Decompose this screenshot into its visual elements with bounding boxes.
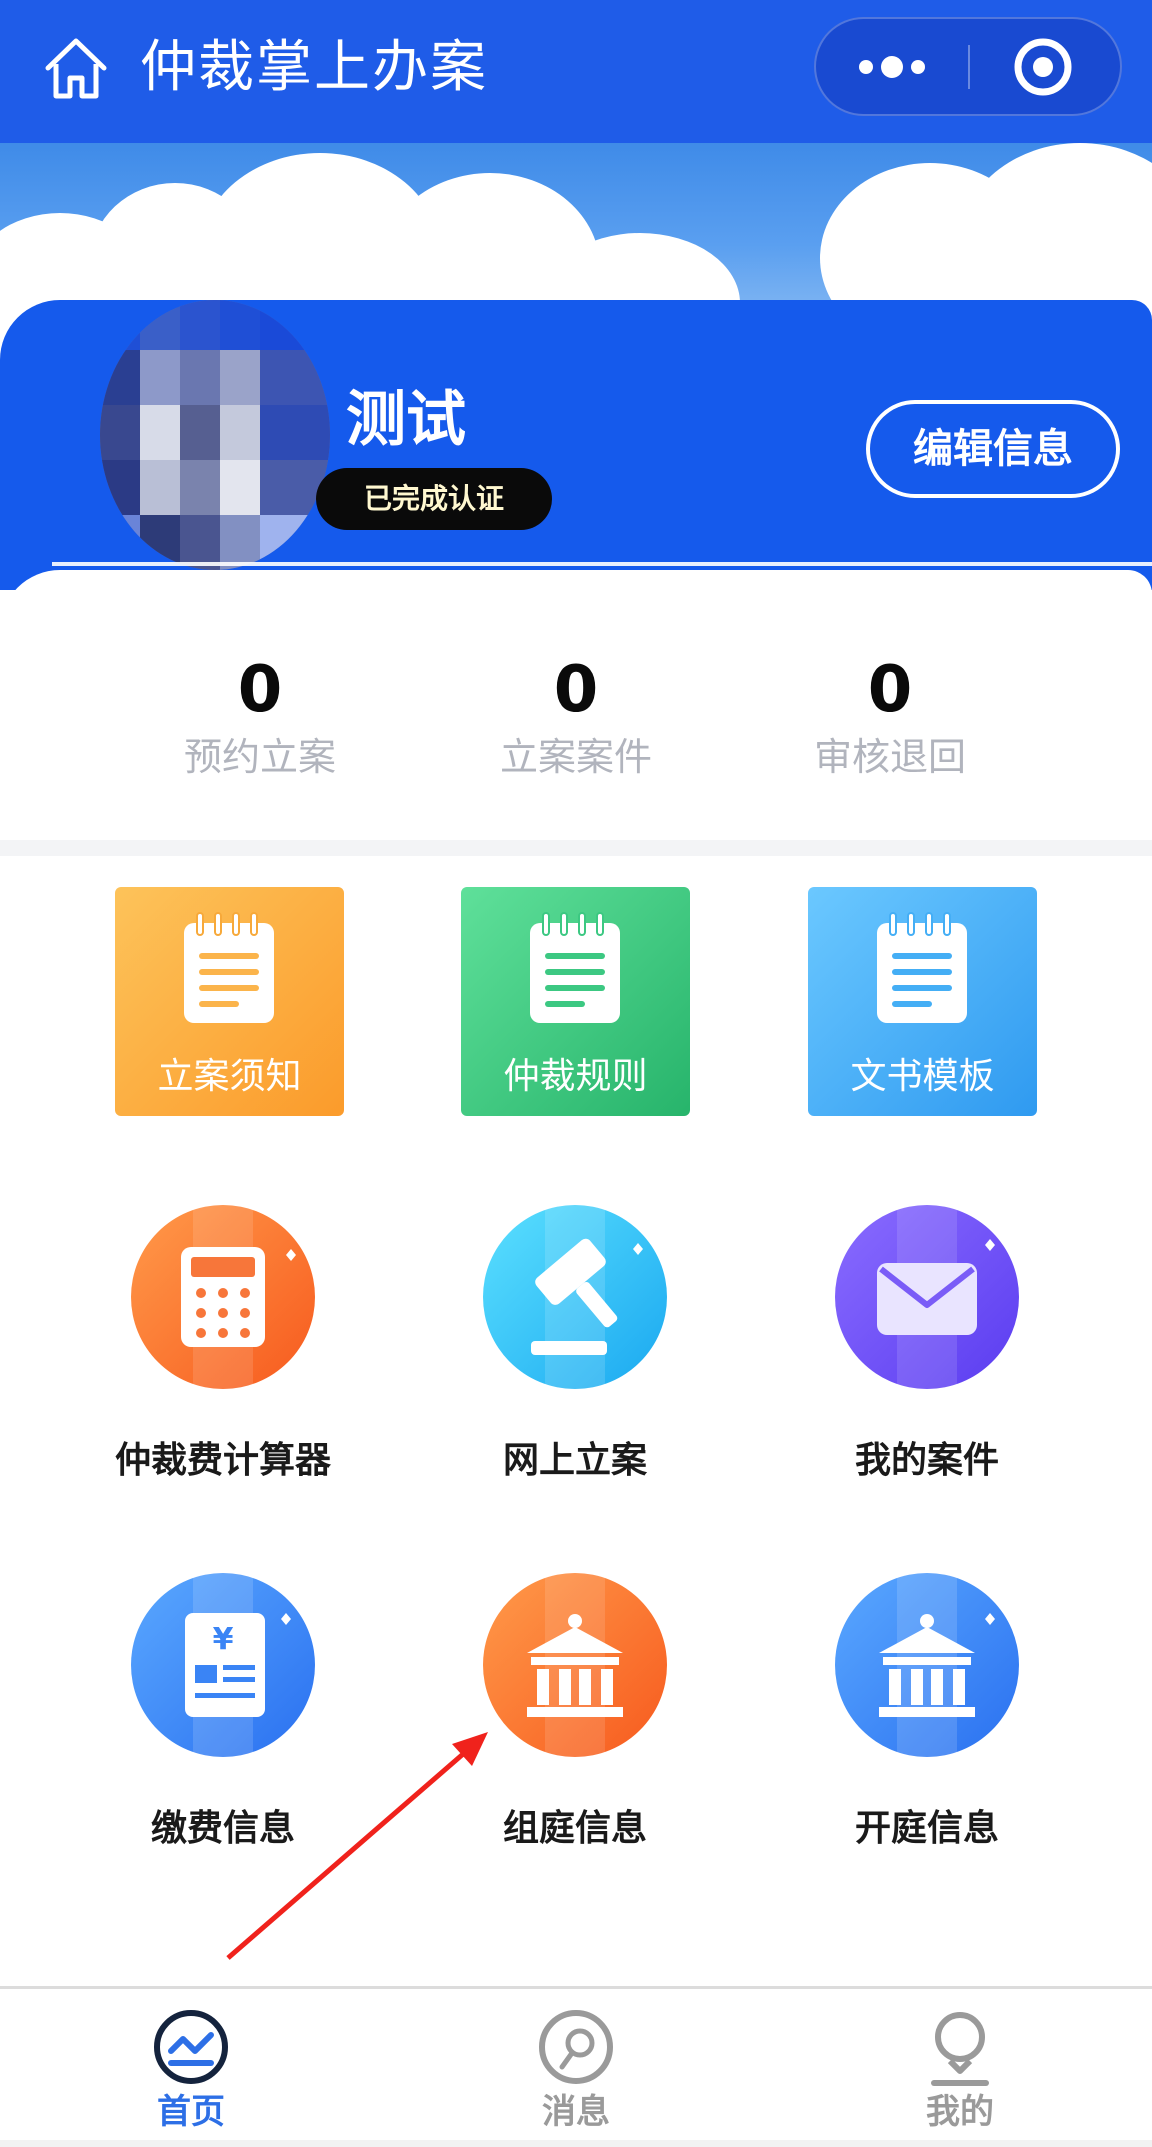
stat-returned[interactable]: 0 审核退回 <box>780 648 1000 782</box>
tile-online-filing[interactable]: 网上立案 <box>450 1205 700 1485</box>
calculator-icon <box>131 1205 315 1389</box>
stat-value: 0 <box>867 653 913 727</box>
card-label: 文书模板 <box>850 1056 995 1097</box>
card-label: 立案须知 <box>157 1056 302 1097</box>
tile-label: 网上立案 <box>502 1440 647 1481</box>
tab-mine[interactable]: 我的 <box>860 2007 1060 2135</box>
bottom-safe-area <box>0 2140 1152 2147</box>
stat-value: 0 <box>237 653 283 727</box>
card-arbitration-rules[interactable]: 仲裁规则 <box>461 887 690 1116</box>
bottom-tabbar: 首页 消息 我的 <box>0 1986 1152 2147</box>
tab-home[interactable]: 首页 <box>91 2007 291 2135</box>
top-navbar: 仲裁掌上办案 <box>0 0 1152 143</box>
mail-icon <box>835 1205 1019 1389</box>
courthouse-icon <box>835 1573 1019 1757</box>
stat-value: 0 <box>553 653 599 727</box>
tile-fee-calculator[interactable]: 仲裁费计算器 <box>98 1205 348 1485</box>
tab-label: 我的 <box>926 2092 994 2132</box>
stats-card-edge <box>52 562 1152 566</box>
svg-text:¥: ¥ <box>213 1622 234 1657</box>
card-label: 仲裁规则 <box>503 1056 648 1097</box>
receipt-icon: ¥ <box>131 1573 315 1757</box>
avatar[interactable] <box>100 300 330 570</box>
notepad-icon <box>179 909 279 1027</box>
sky-banner <box>0 143 1152 313</box>
edit-info-button[interactable]: 编辑信息 <box>866 400 1120 498</box>
mini-program-capsule <box>814 17 1122 116</box>
tab-label: 首页 <box>157 2092 225 2132</box>
tile-hearing-info[interactable]: 开庭信息 <box>802 1573 1052 1853</box>
stat-label: 立案案件 <box>499 735 652 779</box>
home-icon[interactable] <box>36 28 116 108</box>
tile-label: 缴费信息 <box>150 1808 295 1849</box>
card-filing-notice[interactable]: 立案须知 <box>115 887 344 1116</box>
verified-badge: 已完成认证 <box>316 468 552 530</box>
tile-label: 仲裁费计算器 <box>114 1440 331 1481</box>
target-close-icon[interactable] <box>970 19 1120 114</box>
stat-label: 审核退回 <box>813 735 966 779</box>
stat-label: 预约立案 <box>183 735 336 779</box>
tab-label: 消息 <box>542 2092 610 2132</box>
user-name: 测试 <box>346 385 466 455</box>
notepad-icon <box>525 909 625 1027</box>
section-divider <box>0 840 1152 856</box>
tile-my-cases[interactable]: 我的案件 <box>802 1205 1052 1485</box>
tile-label: 我的案件 <box>854 1440 999 1481</box>
user-icon <box>920 2007 1000 2087</box>
stat-filed-cases[interactable]: 0 立案案件 <box>466 648 686 782</box>
notepad-icon <box>872 909 972 1027</box>
tile-tribunal-info[interactable]: 组庭信息 <box>450 1573 700 1853</box>
tile-payment-info[interactable]: ¥ 缴费信息 <box>98 1573 348 1853</box>
home-chart-icon <box>151 2007 231 2087</box>
card-document-templates[interactable]: 文书模板 <box>808 887 1037 1116</box>
page-title: 仲裁掌上办案 <box>140 35 488 100</box>
stat-appointment[interactable]: 0 预约立案 <box>150 648 370 782</box>
tab-messages[interactable]: 消息 <box>476 2007 676 2135</box>
courthouse-icon <box>483 1573 667 1757</box>
more-dots-icon[interactable] <box>816 19 969 114</box>
tile-label: 开庭信息 <box>854 1808 999 1849</box>
message-icon <box>536 2007 616 2087</box>
tile-label: 组庭信息 <box>502 1808 647 1849</box>
gavel-icon <box>483 1205 667 1389</box>
